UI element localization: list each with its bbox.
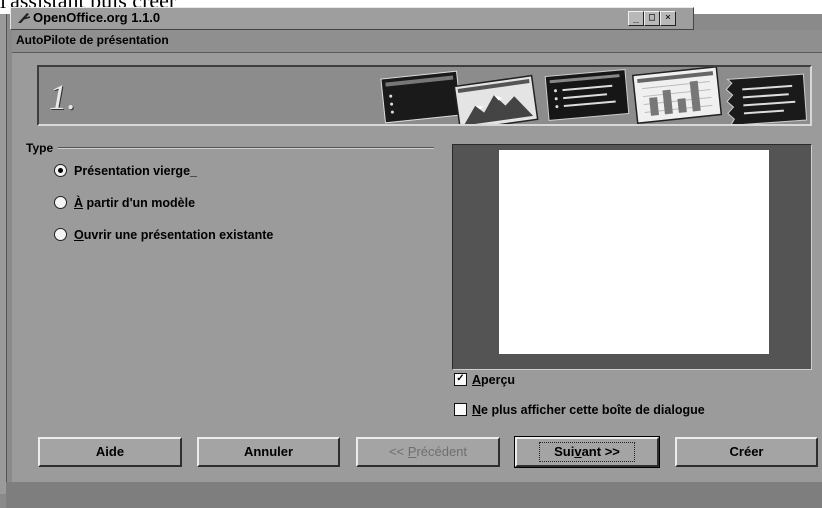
preview-checkbox-mnemonic: A bbox=[472, 373, 482, 387]
next-button-mnemonic: v bbox=[574, 444, 582, 459]
app-window-left-edge bbox=[0, 14, 7, 494]
radio-selected-icon[interactable] bbox=[54, 164, 67, 178]
minimize-button[interactable]: _ bbox=[628, 11, 644, 26]
app-titlebar[interactable]: OpenOffice.org 1.1.0 _ □ × bbox=[10, 7, 694, 30]
type-group-label: Type bbox=[26, 141, 54, 155]
create-button[interactable]: Créer bbox=[675, 437, 818, 467]
back-button[interactable]: << Précédent bbox=[356, 437, 500, 467]
preview-slide bbox=[499, 150, 769, 354]
next-button-prefix: Sui bbox=[554, 444, 575, 459]
radio-unselected-icon[interactable] bbox=[54, 196, 67, 210]
radio-open-existing[interactable]: Ouvrir une présentation existante bbox=[54, 226, 273, 244]
preview-checkbox-row[interactable]: ✓ Aperçu bbox=[454, 371, 515, 389]
back-button-prefix: << bbox=[388, 444, 408, 459]
preview-checkbox-label: perçu bbox=[481, 373, 516, 387]
dialog-titlebar[interactable]: AutoPilote de présentation bbox=[12, 30, 822, 53]
help-button[interactable]: Aide bbox=[38, 437, 182, 467]
dark-slide-bullets-icon bbox=[380, 70, 462, 124]
cancel-button[interactable]: Annuler bbox=[197, 437, 340, 467]
mountain-chart-slide-icon bbox=[453, 74, 539, 124]
radio-blank-presentation[interactable]: Présentation vierge_ bbox=[54, 162, 197, 180]
wizard-banner: 1. bbox=[37, 65, 812, 126]
dont-show-checkbox-row[interactable]: Ne plus afficher cette boîte de dialogue bbox=[454, 401, 705, 419]
step-number: 1. bbox=[49, 77, 76, 117]
preview-frame bbox=[452, 144, 812, 370]
presentation-wizard-dialog: AutoPilote de présentation 1. Type Prése… bbox=[12, 30, 822, 482]
radio-open-existing-mnemonic: O bbox=[74, 228, 84, 242]
radio-from-template[interactable]: À partir d'un modèle bbox=[54, 194, 195, 212]
radio-blank-presentation-label: Présentation vierge_ bbox=[74, 164, 197, 178]
radio-from-template-mnemonic: À bbox=[74, 196, 84, 210]
slides-illustration bbox=[380, 67, 808, 124]
dont-show-checkbox-label: e plus afficher cette boîte de dialogue bbox=[481, 403, 705, 417]
openoffice-logo-icon bbox=[17, 11, 31, 25]
type-group-divider bbox=[58, 147, 434, 149]
radio-from-template-label: partir d'un modèle bbox=[83, 196, 196, 210]
torn-slide-lines-icon bbox=[725, 73, 808, 124]
desktop-strip bbox=[6, 482, 822, 508]
bar-chart-slide-icon bbox=[631, 67, 723, 124]
radio-unselected-icon[interactable] bbox=[54, 228, 67, 242]
maximize-button[interactable]: □ bbox=[644, 11, 660, 26]
next-button-focus: Suivant >> bbox=[539, 442, 635, 462]
dialog-title: AutoPilote de présentation bbox=[16, 33, 169, 47]
app-title: OpenOffice.org 1.1.0 bbox=[33, 10, 161, 25]
close-button[interactable]: × bbox=[660, 11, 676, 26]
back-button-label: récédent bbox=[416, 444, 468, 459]
checkbox-unchecked-icon[interactable] bbox=[454, 403, 467, 417]
checkbox-checked-icon[interactable]: ✓ bbox=[454, 373, 467, 387]
radio-open-existing-label: uvrir une présentation existante bbox=[83, 228, 274, 242]
next-button[interactable]: Suivant >> bbox=[514, 436, 660, 468]
dark-slide-lines-icon bbox=[544, 69, 630, 121]
next-button-label: ant >> bbox=[581, 444, 620, 459]
dont-show-checkbox-mnemonic: N bbox=[472, 403, 482, 417]
